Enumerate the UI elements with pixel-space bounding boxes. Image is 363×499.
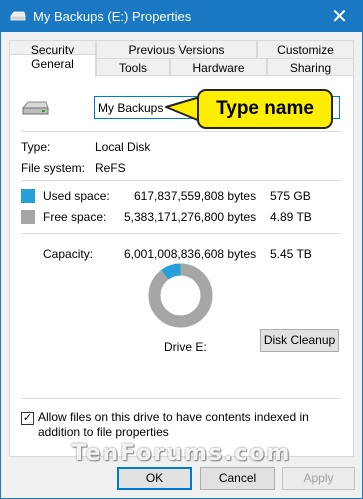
type-name-callout: Type name bbox=[197, 89, 333, 129]
free-space-bytes: 5,383,171,276,800 bytes bbox=[124, 210, 257, 224]
used-space-swatch bbox=[21, 189, 35, 203]
used-space-label: Used space: bbox=[43, 189, 110, 203]
type-value: Local Disk bbox=[95, 140, 151, 154]
capacity-label: Capacity: bbox=[43, 247, 94, 261]
ok-button[interactable]: OK bbox=[117, 467, 192, 490]
window-title: My Backups (E:) Properties bbox=[33, 9, 192, 24]
tenforums-watermark: TenForums.com bbox=[71, 441, 292, 466]
capacity-size: 5.45 TB bbox=[270, 247, 312, 261]
capacity-bytes: 6,001,008,836,608 bytes bbox=[124, 247, 257, 261]
free-space-size: 4.89 TB bbox=[270, 210, 312, 224]
tab-customize[interactable]: Customize bbox=[257, 40, 354, 60]
index-checkbox[interactable]: ✓ bbox=[21, 412, 34, 425]
type-label: Type: bbox=[21, 140, 51, 154]
checkmark-icon: ✓ bbox=[22, 412, 33, 424]
used-space-bytes: 617,837,559,808 bytes bbox=[134, 189, 257, 203]
drive-icon-small bbox=[10, 11, 26, 21]
title-bar[interactable]: My Backups (E:) Properties ✕ bbox=[1, 1, 362, 32]
donut-free-segment bbox=[148, 263, 213, 328]
close-button[interactable]: ✕ bbox=[317, 1, 362, 32]
divider bbox=[21, 180, 341, 181]
filesystem-label: File system: bbox=[21, 161, 86, 175]
disk-cleanup-button[interactable]: Disk Cleanup bbox=[260, 329, 339, 352]
divider bbox=[21, 131, 341, 132]
divider bbox=[21, 233, 341, 234]
free-space-swatch bbox=[21, 210, 35, 224]
cancel-button[interactable]: Cancel bbox=[200, 467, 275, 490]
index-checkbox-label[interactable]: Allow files on this drive to have conten… bbox=[38, 410, 348, 440]
free-space-label: Free space: bbox=[43, 210, 107, 224]
tab-previous-versions[interactable]: Previous Versions bbox=[96, 40, 257, 60]
apply-button[interactable]: Apply bbox=[282, 467, 355, 490]
usage-donut-chart bbox=[148, 263, 213, 328]
divider bbox=[21, 398, 341, 399]
close-icon: ✕ bbox=[331, 5, 348, 28]
used-space-size: 575 GB bbox=[270, 189, 311, 203]
filesystem-value: ReFS bbox=[95, 161, 126, 175]
drive-icon bbox=[21, 101, 49, 115]
drive-label: Drive E: bbox=[164, 340, 207, 354]
tab-general[interactable]: General bbox=[9, 54, 96, 77]
